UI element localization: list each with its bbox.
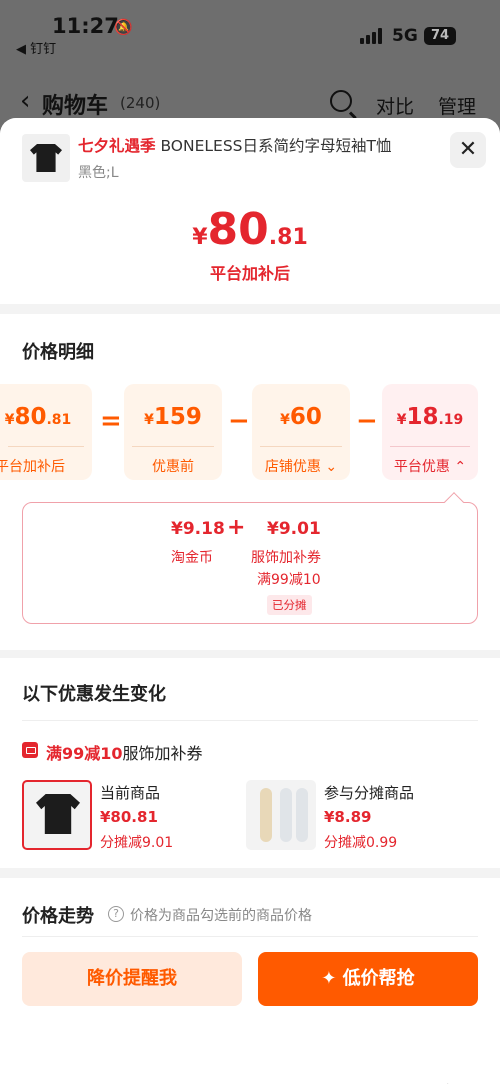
box-platform-decimal: .19: [438, 412, 464, 428]
box-original-value: 159: [153, 404, 202, 430]
box-final-value: 80: [14, 404, 47, 430]
shared-item-share: 分摊减0.99: [324, 835, 398, 851]
price-trend-section: 价格走势 ? 价格为商品勾选前的商品价格 降价提醒我 ✦ 低价帮抢: [0, 878, 500, 1084]
box-platform-currency: ¥: [396, 412, 407, 428]
network-type: 5G: [392, 26, 418, 46]
coupon-name: 服饰加补券: [122, 744, 203, 763]
trend-note: 价格为商品勾选前的商品价格: [130, 908, 312, 924]
final-price-currency: ¥: [192, 225, 208, 250]
box-original-label: 优惠前: [152, 459, 194, 475]
search-icon[interactable]: [330, 90, 352, 112]
equals-sign: =: [100, 406, 122, 436]
box-platform-discount[interactable]: ¥18.19 平台优惠 ⌃: [382, 384, 478, 480]
signal-icon: [360, 28, 384, 44]
coupon-condition: 满99减10: [257, 572, 321, 588]
current-item-price: ¥80.81: [100, 808, 158, 826]
coin-label: 淘金币: [171, 550, 213, 566]
minus-sign: −: [228, 406, 250, 436]
product-name: BONELESS日系简约字母短袖T恤: [155, 137, 392, 155]
status-bar: 11:27 🔕 ◀ 钉钉 5G 74: [0, 0, 500, 60]
box-shop-currency: ¥: [280, 412, 290, 428]
low-price-grab-button[interactable]: ✦ 低价帮抢: [258, 952, 478, 1006]
cart-count: (240): [120, 94, 161, 112]
box-final-currency: ¥: [4, 412, 15, 428]
current-item-image[interactable]: [22, 780, 92, 850]
battery-icon: 74: [424, 27, 456, 45]
shared-item-price: ¥8.89: [324, 808, 372, 826]
price-detail-sheet: 七夕礼遇季 BONELESS日系简约字母短袖T恤 黑色;L ✕ ¥80.81 平…: [0, 118, 500, 1084]
box-final-decimal: .81: [46, 412, 72, 428]
status-time: 11:27: [52, 14, 119, 38]
product-title: 七夕礼遇季 BONELESS日系简约字母短袖T恤: [78, 134, 438, 156]
current-item-share: 分摊减9.01: [100, 835, 174, 851]
trend-title: 价格走势: [22, 906, 94, 927]
box-shop-discount[interactable]: ¥60 店铺优惠 ⌄: [252, 384, 350, 480]
product-thumbnail: [22, 134, 70, 182]
shared-item-title: 参与分摊商品: [324, 784, 415, 802]
mute-bell-icon: 🔕: [114, 18, 133, 36]
compare-button[interactable]: 对比: [376, 92, 414, 119]
back-chevron-icon[interactable]: ‹: [20, 86, 30, 116]
final-price-decimal: .81: [268, 225, 308, 250]
change-title: 以下优惠发生变化: [22, 684, 166, 705]
discount-change-section: 以下优惠发生变化 满99减10服饰加补券 当前商品 ¥80.81 分摊减9.01…: [0, 658, 500, 868]
box-original-currency: ¥: [144, 412, 154, 428]
box-original: ¥159 优惠前: [124, 384, 222, 480]
coupon-icon: [22, 742, 38, 758]
box-final: ¥80.81 平台加补后: [0, 384, 92, 480]
box-platform-value: 18: [406, 404, 439, 430]
current-item-title: 当前商品: [100, 784, 161, 802]
coin-discount-value: ¥9.18: [171, 519, 225, 539]
section-title: 价格明细: [22, 342, 94, 363]
manage-button[interactable]: 管理: [438, 92, 476, 119]
close-button[interactable]: ✕: [450, 132, 486, 168]
box-shop-value: 60: [289, 404, 322, 430]
platform-discount-popover: ¥9.18 + ¥9.01 淘金币 服饰加补券 满99减10 已分摊: [22, 492, 478, 624]
coupon-text: 满99减10服饰加补券: [46, 740, 203, 764]
box-shop-label: 店铺优惠 ⌄: [264, 459, 338, 475]
back-to-app-link[interactable]: ◀ 钉钉: [16, 38, 56, 57]
final-price-integer: 80: [207, 204, 269, 255]
page-title: 购物车: [42, 94, 109, 119]
coupon-label: 服饰加补券: [251, 550, 321, 566]
product-summary: 七夕礼遇季 BONELESS日系简约字母短袖T恤 黑色;L ✕ ¥80.81 平…: [0, 118, 500, 304]
final-price-label: 平台加补后: [209, 264, 290, 283]
minus-sign-2: −: [356, 406, 378, 436]
promo-tag: 七夕礼遇季: [78, 137, 156, 155]
tshirt-icon: [30, 144, 62, 172]
help-icon[interactable]: ?: [108, 906, 124, 922]
plus-sign: +: [227, 515, 246, 540]
price-drop-remind-button[interactable]: 降价提醒我: [22, 952, 242, 1006]
product-variant: 黑色;L: [78, 165, 119, 181]
final-price: ¥80.81: [0, 204, 500, 255]
coupon-discount-value: ¥9.01: [267, 519, 321, 539]
box-final-label: 平台加补后: [0, 459, 65, 475]
price-breakdown: 价格明细 ¥80.81 平台加补后 = ¥159 优惠前 − ¥60 店铺优惠 …: [0, 314, 500, 650]
shared-item-image[interactable]: [246, 780, 316, 850]
coupon-condition-text: 满99减10: [46, 744, 123, 763]
shared-tag: 已分摊: [267, 595, 312, 615]
box-platform-label: 平台优惠 ⌃: [393, 459, 467, 475]
